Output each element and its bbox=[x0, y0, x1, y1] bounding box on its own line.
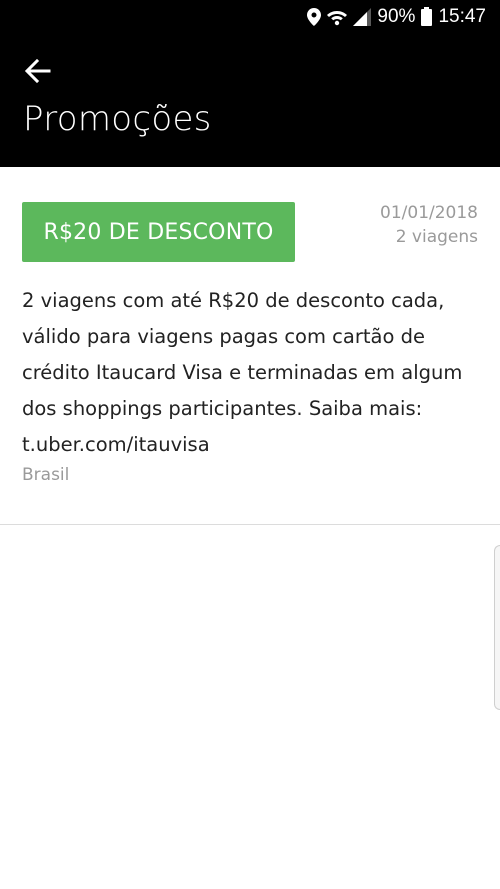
discount-badge: R$20 DE DESCONTO bbox=[22, 202, 295, 262]
app-bar: Promoções bbox=[0, 33, 500, 167]
promotion-date: 01/01/2018 bbox=[380, 203, 478, 223]
arrow-left-icon bbox=[24, 58, 51, 87]
location-icon bbox=[307, 7, 322, 26]
promotion-meta: 01/01/2018 2 viagens bbox=[380, 201, 478, 249]
promotion-region: Brasil bbox=[22, 465, 70, 485]
promotion-trips: 2 viagens bbox=[395, 227, 478, 247]
promotion-card[interactable]: R$20 DE DESCONTO 01/01/2018 2 viagens 2 … bbox=[0, 167, 500, 525]
edge-panel-handle[interactable] bbox=[494, 545, 500, 710]
signal-icon bbox=[353, 7, 372, 26]
page-title: Promoções bbox=[23, 99, 212, 139]
clock: 15:47 bbox=[438, 5, 486, 27]
back-button[interactable] bbox=[20, 55, 56, 91]
wifi-icon bbox=[327, 8, 348, 26]
battery-icon bbox=[421, 7, 433, 26]
promotion-description: 2 viagens com até R$20 de desconto cada,… bbox=[22, 289, 463, 456]
status-bar: 90% 15:47 bbox=[0, 0, 500, 33]
battery-percentage: 90% bbox=[377, 5, 416, 27]
